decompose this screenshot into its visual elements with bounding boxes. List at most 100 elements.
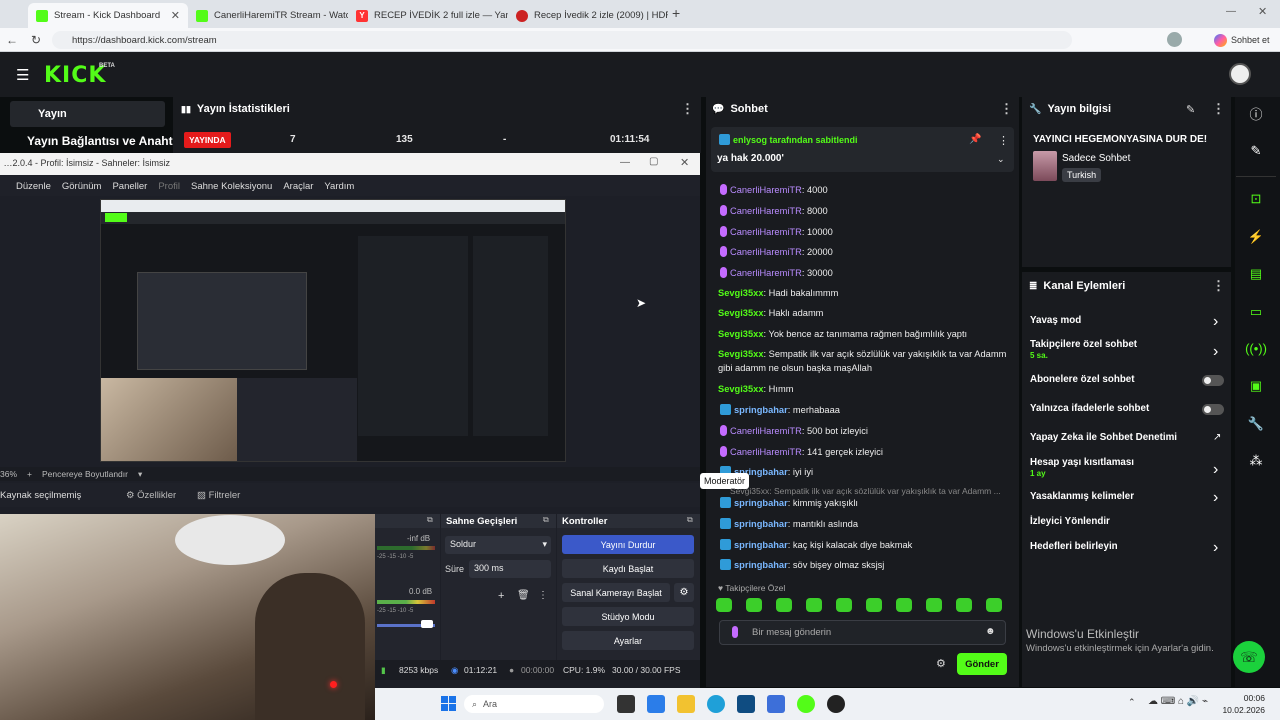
chat-username[interactable]: CanerliHaremiTR bbox=[730, 206, 802, 216]
avatar[interactable] bbox=[1167, 32, 1182, 47]
channel-action-item[interactable]: Yavaş mod bbox=[1030, 315, 1081, 326]
wrench-icon[interactable]: 🔧 bbox=[1236, 409, 1276, 439]
emote-icon[interactable] bbox=[926, 598, 942, 612]
more-icon[interactable]: ⋮ bbox=[1212, 101, 1225, 117]
fit-window-dropdown[interactable]: Pencereye Boyutlandır bbox=[42, 469, 128, 479]
taskbar-search[interactable]: ⌕ Ara bbox=[464, 695, 604, 713]
obs-menu-item[interactable]: Profil bbox=[158, 181, 180, 192]
channel-action-item[interactable]: Abonelere özel sohbet bbox=[1030, 374, 1135, 385]
chat-username[interactable]: springbahar bbox=[734, 519, 788, 529]
chat-message[interactable]: Sevgi35xx: Sempatik ilk var açık sözlülü… bbox=[718, 349, 1006, 359]
user-avatar[interactable] bbox=[1229, 63, 1251, 85]
tray-icons[interactable]: ☁ ⌨ ⌂ 🔊 ⌁ bbox=[1148, 696, 1208, 707]
preview-canvas[interactable] bbox=[100, 199, 566, 462]
transition-select[interactable]: Soldur ▾ bbox=[445, 536, 551, 554]
back-icon[interactable]: ← bbox=[4, 32, 20, 48]
clipboard-icon[interactable]: ▤ bbox=[1236, 259, 1276, 289]
chat-username[interactable]: Sevgi35xx bbox=[718, 329, 764, 339]
toggle-switch[interactable] bbox=[1202, 375, 1224, 386]
chat-message[interactable]: Sevgi35xx: Haklı adamm bbox=[718, 308, 823, 318]
virtual-camera-button[interactable]: Sanal Kamerayı Başlat bbox=[562, 583, 670, 602]
save-icon[interactable]: ▣ bbox=[1236, 371, 1276, 401]
chat-bubble-icon[interactable]: ▭ bbox=[1236, 297, 1276, 327]
more-icon[interactable]: ⋮ bbox=[998, 134, 1009, 147]
tray-chevron-icon[interactable]: ⌃ bbox=[1128, 697, 1136, 708]
chat-username[interactable]: Sevgi35xx bbox=[718, 308, 764, 318]
minimize-icon[interactable]: — bbox=[620, 157, 630, 168]
chat-message[interactable]: CanerliHaremiTR: 20000 bbox=[720, 246, 833, 257]
menu-icon[interactable]: ☰ bbox=[16, 66, 29, 84]
obs-menu-item[interactable]: Paneller bbox=[112, 181, 147, 192]
chat-username[interactable]: springbahar bbox=[734, 540, 788, 550]
chat-message[interactable]: CanerliHaremiTR: 500 bot izleyici bbox=[720, 425, 868, 436]
emote-icon[interactable] bbox=[716, 598, 732, 612]
filters-button[interactable]: ▨ Filtreler bbox=[197, 490, 240, 501]
chevron-right-icon[interactable]: › bbox=[1213, 343, 1218, 361]
stop-stream-button[interactable]: Yayını Durdur bbox=[562, 535, 694, 554]
chevron-down-icon[interactable]: ⌄ bbox=[997, 154, 1005, 165]
kick-logo[interactable]: KICK bbox=[44, 63, 106, 88]
emote-icon[interactable] bbox=[776, 598, 792, 612]
reload-icon[interactable]: ↻ bbox=[28, 32, 44, 48]
start-icon[interactable] bbox=[441, 696, 456, 711]
chevron-down-icon[interactable]: ▾ bbox=[138, 469, 142, 480]
close-window-icon[interactable]: ✕ bbox=[680, 156, 689, 169]
chevron-right-icon[interactable]: › bbox=[1213, 313, 1218, 331]
taskbar-clock[interactable]: 00:06 10.02.2026 bbox=[1219, 692, 1265, 716]
obs-menu-item[interactable]: Yardım bbox=[324, 181, 354, 192]
chat-username[interactable]: Sevgi35xx bbox=[718, 288, 764, 298]
emote-icon[interactable] bbox=[986, 598, 1002, 612]
channel-action-item[interactable]: Hesap yaşı kısıtlaması bbox=[1030, 457, 1134, 468]
external-link-icon[interactable]: ↗ bbox=[1213, 432, 1221, 443]
kick-app-icon[interactable] bbox=[797, 695, 815, 713]
chat-username[interactable]: springbahar bbox=[734, 560, 788, 570]
chat-message[interactable]: CanerliHaremiTR: 4000 bbox=[720, 184, 828, 195]
channel-action-item[interactable]: Yalnızca ifadelerle sohbet bbox=[1030, 403, 1149, 414]
more-icon[interactable]: ⋮ bbox=[1212, 278, 1225, 294]
pinned-message[interactable]: enlysog tarafından sabitlendi ya hak 20.… bbox=[711, 127, 1014, 172]
studio-mode-button[interactable]: Stüdyo Modu bbox=[562, 607, 694, 626]
chat-message[interactable]: CanerliHaremiTR: 141 gerçek izleyici bbox=[720, 446, 883, 457]
channel-action-item[interactable]: Yasaklanmış kelimeler bbox=[1030, 491, 1134, 502]
volume-handle[interactable] bbox=[421, 620, 433, 628]
gear-icon[interactable]: ⚙ bbox=[674, 583, 694, 602]
emoji-icon[interactable]: ☻ bbox=[985, 626, 996, 637]
sidebar-item-yayin[interactable]: Yayın bbox=[10, 101, 165, 127]
info-icon[interactable]: ⓘ bbox=[1236, 98, 1276, 128]
close-icon[interactable]: ✕ bbox=[171, 9, 180, 22]
edit-icon[interactable]: ✎ bbox=[1186, 103, 1195, 116]
minimize-icon[interactable]: — bbox=[1226, 6, 1236, 17]
chevron-right-icon[interactable]: › bbox=[1213, 461, 1218, 479]
chat-message[interactable]: CanerliHaremiTR: 8000 bbox=[720, 205, 828, 216]
channel-action-item[interactable]: Yapay Zeka ile Sohbet Denetimi bbox=[1030, 432, 1177, 443]
pin-icon[interactable]: 📌 bbox=[969, 134, 981, 145]
chat-username[interactable]: springbahar bbox=[734, 498, 788, 508]
chat-username[interactable]: CanerliHaremiTR bbox=[730, 247, 802, 257]
close-window-icon[interactable]: ✕ bbox=[1258, 5, 1267, 18]
gear-icon[interactable]: ⚙ bbox=[936, 657, 946, 670]
chevron-right-icon[interactable]: › bbox=[1213, 539, 1218, 557]
chat-message[interactable]: springbahar: merhabaaa bbox=[720, 404, 840, 415]
chat-username[interactable]: Sevgi35xx bbox=[718, 349, 764, 359]
chat-username[interactable]: CanerliHaremiTR bbox=[730, 185, 802, 195]
chat-input[interactable]: Bir mesaj gönderin bbox=[719, 620, 1006, 645]
chat-username[interactable]: CanerliHaremiTR bbox=[730, 447, 802, 457]
browser-tab[interactable]: Stream - Kick Dashboard ✕ bbox=[28, 3, 188, 28]
chat-username[interactable]: CanerliHaremiTR bbox=[730, 227, 802, 237]
mail-icon[interactable] bbox=[767, 695, 785, 713]
chat-username[interactable]: Sevgi35xx bbox=[718, 384, 764, 394]
store-icon[interactable] bbox=[647, 695, 665, 713]
channel-action-item[interactable]: Hedefleri belirleyin bbox=[1030, 541, 1118, 552]
start-recording-button[interactable]: Kaydı Başlat bbox=[562, 559, 694, 578]
channel-action-item[interactable]: Takipçilere özel sohbet bbox=[1030, 339, 1137, 350]
copilot-button[interactable]: Sohbet et bbox=[1214, 31, 1270, 49]
bolt-icon[interactable]: ⚡ bbox=[1236, 222, 1276, 252]
chevron-right-icon[interactable]: › bbox=[1213, 489, 1218, 507]
emote-icon[interactable] bbox=[836, 598, 852, 612]
browser-tab[interactable]: Recep İvedik 2 izle (2009) | HDFilm ✕ bbox=[508, 3, 668, 28]
obs-menu-item[interactable]: Araçlar bbox=[283, 181, 313, 192]
target-icon[interactable]: ⊡ bbox=[1236, 184, 1276, 214]
chat-message[interactable]: springbahar: kimmiş yakışıklı bbox=[720, 497, 858, 508]
pencil-icon[interactable]: ✎ bbox=[1236, 136, 1276, 166]
trash-icon[interactable]: 🗑 bbox=[517, 590, 530, 601]
